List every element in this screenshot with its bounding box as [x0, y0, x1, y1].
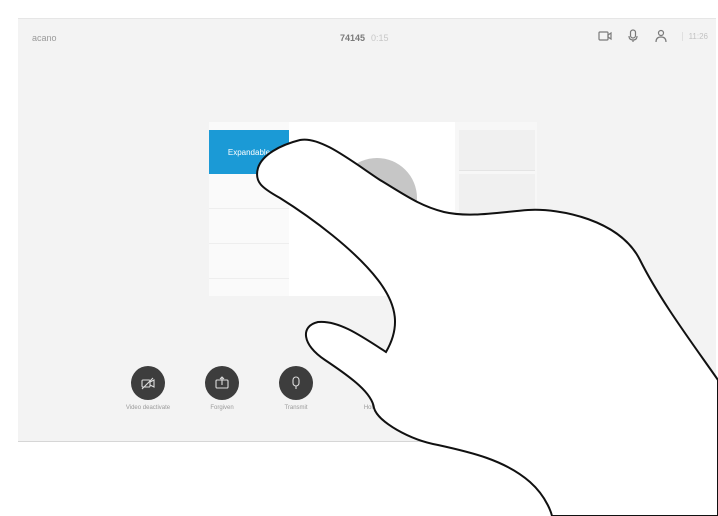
hand-illustration: [256, 138, 718, 516]
hand-shape: [256, 138, 718, 516]
